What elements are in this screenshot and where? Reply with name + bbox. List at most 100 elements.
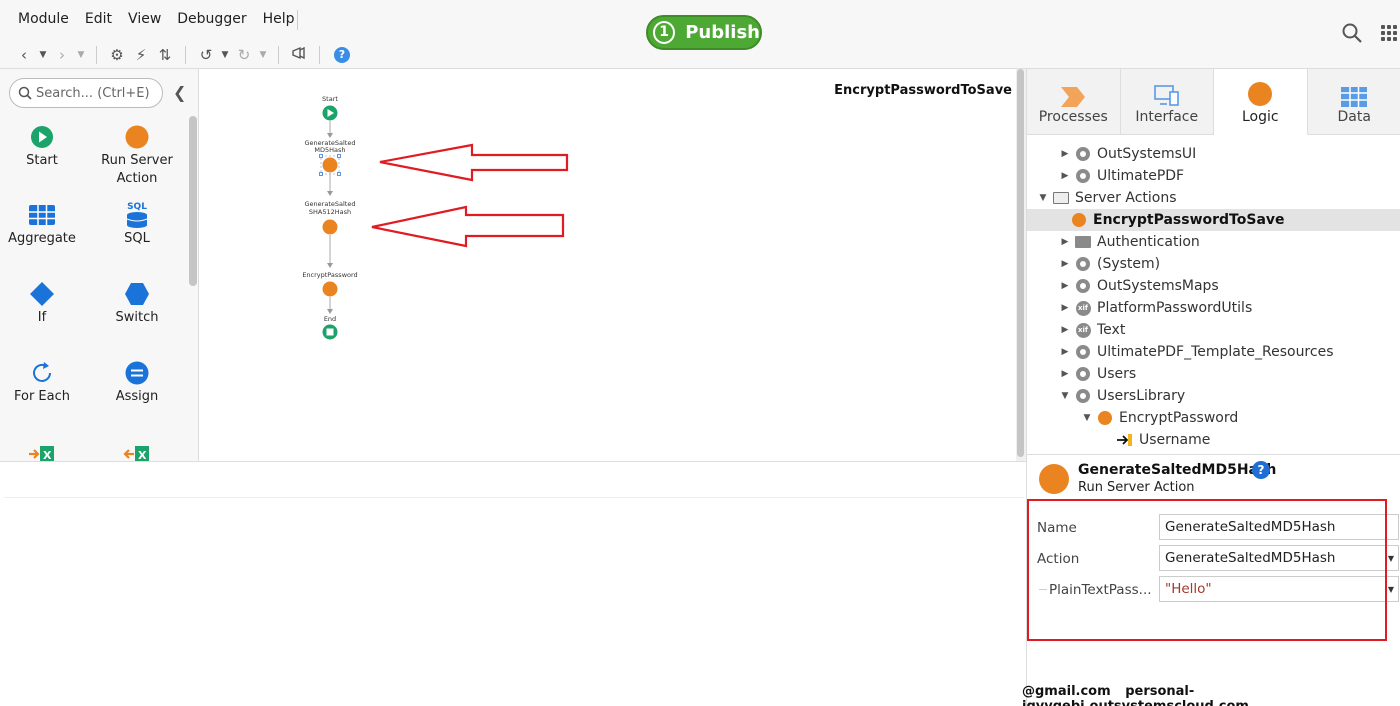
toolbox-scrollbar[interactable] [189,116,197,286]
input-parameter-icon [1117,434,1132,446]
toolbox-search-input[interactable] [36,85,156,101]
publish-button[interactable]: 1 Publish [646,15,762,50]
module-reference-icon [1076,279,1090,293]
tree-item-outsystemsmaps[interactable]: ▶ OutSystemsMaps [1027,275,1400,297]
end-node[interactable] [322,324,338,340]
tree-item-userslibrary[interactable]: ▼ UsersLibrary [1027,385,1400,407]
menu-view[interactable]: View [120,11,169,27]
help-icon[interactable]: ? [1252,461,1270,479]
expand-caret-icon[interactable]: ▶ [1059,237,1071,247]
assign-equals-icon [125,361,149,385]
tab-logic[interactable]: Logic [1214,69,1308,135]
server-action-icon [125,125,149,149]
toolbox-search[interactable] [9,78,163,108]
tool-for-each[interactable]: For Each [0,358,90,406]
collapse-caret-icon[interactable]: ▼ [1037,193,1049,203]
forward-dropdown-icon[interactable]: ▼ [74,45,88,65]
tree-item-encryptpasswordtosave[interactable]: EncryptPasswordToSave [1027,209,1400,231]
expand-caret-icon[interactable]: ▶ [1059,369,1071,379]
tree-item-system[interactable]: ▶ (System) [1027,253,1400,275]
toolbar-separator [96,46,97,64]
panel-divider[interactable] [1027,454,1400,455]
redo-icon[interactable]: ↻ [232,45,256,65]
toolbar: ‹ ▼ › ▼ ⚙ ⚡ ⇅ ↺ ▼ ↻ ▼ ? [12,44,350,66]
node-md5-label-line2: MD5Hash [314,146,345,154]
menu-separator [297,10,298,30]
flow-canvas[interactable]: EncryptPasswordToSave Start GenerateSalt… [200,69,1016,461]
settings-gear-icon[interactable]: ⚙ [105,45,129,65]
tree-item-label: UltimatePDF [1097,168,1185,184]
node-end-label: End [324,315,336,323]
menu-edit[interactable]: Edit [77,11,120,27]
back-icon[interactable]: ‹ [12,45,36,65]
node-sha512-label-line2: SHA512Hash [309,208,351,216]
tool-aggregate[interactable]: Aggregate [0,200,90,248]
compare-merge-icon[interactable]: ⇅ [153,45,177,65]
menu-module[interactable]: Module [10,11,77,27]
tree-item-server-actions[interactable]: ▼ Server Actions [1027,187,1400,209]
redo-dropdown-icon[interactable]: ▼ [256,45,270,65]
expand-caret-icon[interactable]: ▶ [1059,325,1071,335]
toolbar-separator [319,46,320,64]
tree-item-ultimatepdf-template-resources[interactable]: ▶ UltimatePDF_Template_Resources [1027,341,1400,363]
tab-label: Interface [1135,109,1199,125]
expand-caret-icon[interactable]: ▶ [1059,171,1071,181]
canvas-scrollbar[interactable] [1016,69,1026,461]
tool-sql[interactable]: SQL SQL [89,200,185,248]
tree-item-encryptpassword[interactable]: ▼ EncryptPassword [1027,407,1400,429]
tab-data[interactable]: Data [1308,69,1400,135]
tree-item-text[interactable]: ▶ xif Text [1027,319,1400,341]
back-dropdown-icon[interactable]: ▼ [36,45,50,65]
tool-assign[interactable]: Assign [89,358,185,406]
tab-processes[interactable]: Processes [1027,69,1121,135]
server-action-icon [1039,464,1069,494]
start-node[interactable] [322,105,338,121]
collapse-toolbox-icon[interactable]: ❮ [173,83,186,102]
tree-item-username[interactable]: Username [1027,429,1400,451]
toolbar-separator [278,46,279,64]
search-icon[interactable] [1341,22,1363,44]
connector-arrowhead [327,133,333,138]
tool-run-server-action[interactable]: Run Server Action [89,122,185,188]
tree-item-users[interactable]: ▶ Users [1027,363,1400,385]
expand-caret-icon[interactable]: ▶ [1059,281,1071,291]
generate-salted-md5-hash-node[interactable] [319,154,341,176]
collapse-caret-icon[interactable]: ▼ [1081,413,1093,423]
tool-record-to-excel[interactable]: X [89,439,185,461]
chevron-down-icon[interactable]: ▼ [1388,577,1394,603]
expand-caret-icon[interactable]: ▶ [1059,347,1071,357]
top-bar: Module Edit View Debugger Help ‹ ▼ › ▼ ⚙… [0,0,1400,69]
tool-if[interactable]: If [0,279,90,327]
tab-interface[interactable]: Interface [1121,69,1214,135]
tool-switch[interactable]: Switch [89,279,185,327]
tree-item-platformpasswordutils[interactable]: ▶ xif PlatformPasswordUtils [1027,297,1400,319]
collapse-caret-icon[interactable]: ▼ [1059,391,1071,401]
apps-grid-icon[interactable] [1381,25,1397,41]
tree-item-label: Server Actions [1075,190,1177,206]
undo-dropdown-icon[interactable]: ▼ [218,45,232,65]
expand-caret-icon[interactable]: ▶ [1059,303,1071,313]
generate-salted-sha512-hash-node[interactable] [322,219,338,235]
bottom-panel-header [4,468,1024,498]
tree-item-outsystemsui[interactable]: ▶ OutSystemsUI [1027,143,1400,165]
undo-icon[interactable]: ↺ [194,45,218,65]
tool-excel-to-record[interactable]: X [0,439,90,461]
tree-item-ultimatepdf[interactable]: ▶ UltimatePDF [1027,165,1400,187]
tree-item-authentication[interactable]: ▶ Authentication [1027,231,1400,253]
menu-debugger[interactable]: Debugger [169,11,254,27]
tool-label: If [37,310,47,325]
megaphone-icon[interactable] [287,45,311,65]
tree-item-label: Text [1097,322,1126,338]
chevron-down-icon[interactable]: ▼ [1388,546,1394,572]
expand-caret-icon[interactable]: ▶ [1059,259,1071,269]
publish-step-number: 1 [653,21,676,44]
encrypt-password-node[interactable] [322,281,338,297]
plug-icon[interactable]: ⚡ [129,45,153,65]
forward-icon[interactable]: › [50,45,74,65]
tree-item-label: PlatformPasswordUtils [1097,300,1253,316]
tool-label: Start [26,153,58,168]
menu-help[interactable]: Help [255,11,303,27]
tool-start[interactable]: Start [0,122,90,170]
expand-caret-icon[interactable]: ▶ [1059,149,1071,159]
help-icon[interactable]: ? [334,47,350,63]
